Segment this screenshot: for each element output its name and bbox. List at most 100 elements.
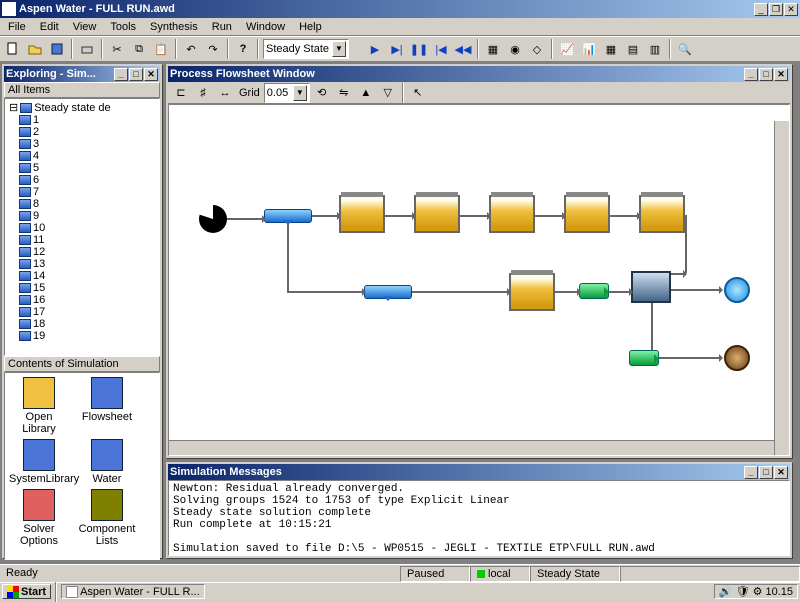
contents-icon[interactable]: Water	[77, 439, 137, 485]
tree-item[interactable]: 10	[7, 222, 157, 234]
feed-source-block[interactable]	[199, 205, 227, 233]
tool-icon-2[interactable]: ◉	[505, 39, 525, 59]
flowsheet-maximize[interactable]: □	[759, 68, 773, 81]
open-button[interactable]	[25, 39, 45, 59]
stream[interactable]	[287, 291, 364, 293]
fs-tool-flip[interactable]: ⇋	[334, 83, 354, 103]
run-button[interactable]: ▶	[365, 39, 385, 59]
tree-item[interactable]: 1	[7, 114, 157, 126]
stream[interactable]	[535, 215, 564, 217]
help-button[interactable]: ?	[233, 39, 253, 59]
grid-icon-3[interactable]: ▥	[645, 39, 665, 59]
messages-minimize[interactable]: _	[744, 466, 758, 479]
stream[interactable]	[555, 291, 579, 293]
explorer-minimize[interactable]: _	[114, 68, 128, 81]
flowsheet-scrollbar-v[interactable]	[774, 121, 789, 455]
contents-icon[interactable]: Solver Options	[9, 489, 69, 547]
tree-item[interactable]: 19	[7, 330, 157, 342]
tree-item[interactable]: 13	[7, 258, 157, 270]
grid-icon-2[interactable]: ▤	[623, 39, 643, 59]
tree-item[interactable]: 11	[7, 234, 157, 246]
menu-file[interactable]: File	[2, 20, 32, 34]
fs-tool-front[interactable]: ▲	[356, 83, 376, 103]
menu-window[interactable]: Window	[240, 20, 291, 34]
waste-sink-block[interactable]	[724, 345, 750, 371]
fs-grid-combo[interactable]: 0.05 ▼	[264, 83, 310, 103]
tank-block-1[interactable]	[339, 195, 385, 233]
tree-root-label[interactable]: Steady state de	[34, 102, 110, 114]
fs-pointer-tool[interactable]: ↖	[408, 83, 428, 103]
skip-back-button[interactable]: |◀	[431, 39, 451, 59]
messages-titlebar[interactable]: Simulation Messages _ □ ✕	[168, 464, 790, 480]
zoom-button[interactable]: 🔍	[675, 39, 695, 59]
tank-block-6[interactable]	[509, 273, 555, 311]
flowsheet-titlebar[interactable]: Process Flowsheet Window _ □ ✕	[168, 66, 790, 82]
start-button[interactable]: Start	[2, 584, 51, 599]
menu-tools[interactable]: Tools	[104, 20, 142, 34]
tree-item[interactable]: 3	[7, 138, 157, 150]
tank-block-3[interactable]	[489, 195, 535, 233]
taskbar-app-button[interactable]: Aspen Water - FULL R...	[61, 584, 205, 599]
stream[interactable]	[610, 215, 639, 217]
new-button[interactable]	[3, 39, 23, 59]
tray-icon[interactable]: 🔊	[719, 585, 733, 598]
tree-item[interactable]: 16	[7, 294, 157, 306]
menu-view[interactable]: View	[67, 20, 103, 34]
tree-item[interactable]: 14	[7, 270, 157, 282]
messages-close[interactable]: ✕	[774, 466, 788, 479]
stream[interactable]	[671, 273, 685, 275]
chart-icon-2[interactable]: 📊	[579, 39, 599, 59]
pause-button[interactable]: ❚❚	[409, 39, 429, 59]
tool-icon-3[interactable]: ◇	[527, 39, 547, 59]
fs-tool-align[interactable]: ⊏	[171, 83, 191, 103]
fs-tool-back[interactable]: ▽	[378, 83, 398, 103]
save-button[interactable]	[47, 39, 67, 59]
tray-icon[interactable]: ⚙	[753, 585, 763, 598]
tree-item[interactable]: 5	[7, 162, 157, 174]
contents-icon[interactable]: Flowsheet	[77, 377, 137, 435]
tree-item[interactable]: 18	[7, 318, 157, 330]
explorer-tree[interactable]: ⊟ Steady state de 1 2 3 4 5 6 7 8 9 10 1…	[4, 98, 160, 356]
menu-synthesis[interactable]: Synthesis	[144, 20, 204, 34]
grid-icon-1[interactable]: ▦	[601, 39, 621, 59]
tray-icon[interactable]: 🛡	[736, 585, 750, 598]
tree-item[interactable]: 4	[7, 150, 157, 162]
stream[interactable]	[460, 215, 489, 217]
splitter-block-1[interactable]	[264, 209, 312, 223]
explorer-maximize[interactable]: □	[129, 68, 143, 81]
stream[interactable]	[651, 303, 653, 350]
messages-body[interactable]: Newton: Residual already converged. Solv…	[168, 480, 790, 556]
cut-button[interactable]: ✂	[107, 39, 127, 59]
step-button[interactable]: ▶|	[387, 39, 407, 59]
tree-item[interactable]: 9	[7, 210, 157, 222]
menu-run[interactable]: Run	[206, 20, 238, 34]
contents-icon[interactable]: Open Library	[9, 377, 69, 435]
restore-button[interactable]: ❐	[769, 3, 783, 16]
undo-button[interactable]: ↶	[181, 39, 201, 59]
stream[interactable]	[412, 291, 509, 293]
splitter-block-2[interactable]	[364, 285, 412, 299]
explorer-titlebar[interactable]: Exploring - Sim... _ □ ✕	[4, 66, 160, 82]
tree-item[interactable]: 7	[7, 186, 157, 198]
stream[interactable]	[609, 291, 631, 293]
chart-icon-1[interactable]: 📈	[557, 39, 577, 59]
flowsheet-canvas[interactable]	[169, 105, 789, 455]
flowsheet-minimize[interactable]: _	[744, 68, 758, 81]
menu-edit[interactable]: Edit	[34, 20, 65, 34]
tank-block-2[interactable]	[414, 195, 460, 233]
stream[interactable]	[287, 223, 289, 293]
contents-icon[interactable]: SystemLibrary	[9, 439, 69, 485]
tank-block-4[interactable]	[564, 195, 610, 233]
tree-item[interactable]: 2	[7, 126, 157, 138]
explorer-close[interactable]: ✕	[144, 68, 158, 81]
tree-item[interactable]: 6	[7, 174, 157, 186]
redo-button[interactable]: ↷	[203, 39, 223, 59]
pump-block-2[interactable]	[629, 350, 659, 366]
tree-item[interactable]: 17	[7, 306, 157, 318]
tree-item[interactable]: 12	[7, 246, 157, 258]
tree-item[interactable]: 15	[7, 282, 157, 294]
fs-tool-snap[interactable]: ↔	[215, 83, 235, 103]
fs-tool-grid[interactable]: ♯	[193, 83, 213, 103]
tank-block-5[interactable]	[639, 195, 685, 233]
stream[interactable]	[385, 215, 414, 217]
